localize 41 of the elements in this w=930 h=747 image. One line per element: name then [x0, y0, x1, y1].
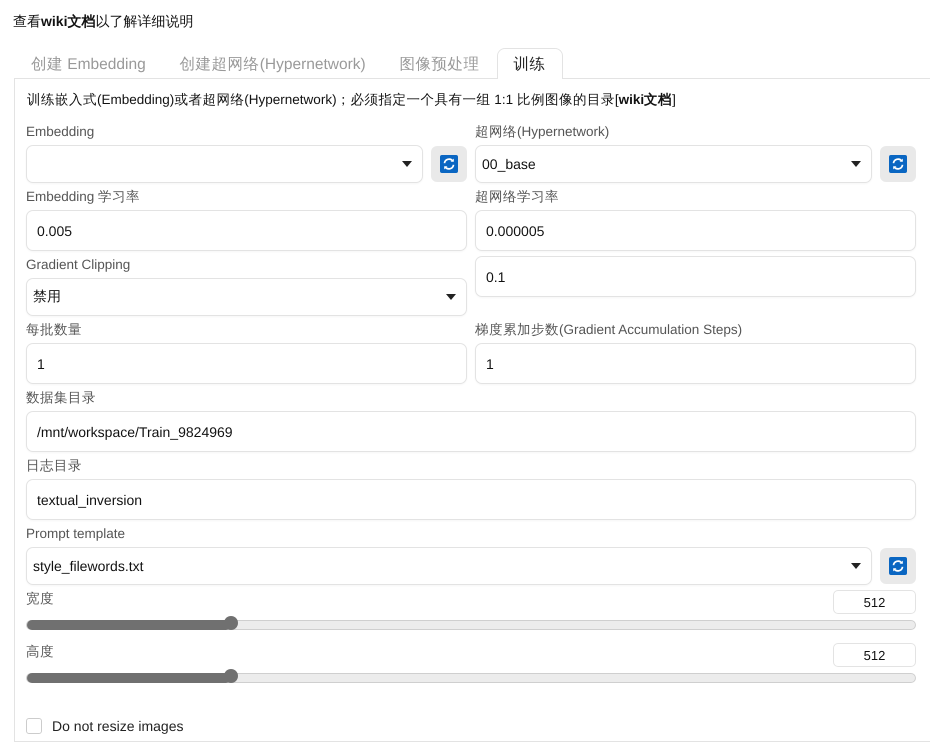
- number-field[interactable]: 512: [833, 590, 916, 614]
- help-text: 查看wiki文档以了解详细说明: [13, 12, 194, 31]
- field-label: 每批数量: [26, 321, 82, 339]
- caret-icon: [851, 563, 861, 569]
- refresh-icon: [889, 557, 907, 575]
- input-field[interactable]: 0.1: [475, 256, 916, 297]
- field-label: 日志目录: [26, 457, 82, 475]
- dropdown[interactable]: 00_base: [475, 145, 872, 183]
- caret-icon: [446, 294, 456, 300]
- number-field[interactable]: 512: [833, 643, 916, 667]
- field-label: Embedding 学习率: [26, 188, 140, 206]
- field-label: 宽度: [26, 590, 54, 608]
- input-field[interactable]: /mnt/workspace/Train_9824969: [26, 411, 916, 452]
- field-label: Prompt template: [26, 525, 126, 543]
- refresh-button[interactable]: [880, 548, 916, 584]
- caret-icon: [851, 161, 861, 167]
- refresh-button[interactable]: [880, 146, 916, 182]
- checkbox[interactable]: [26, 718, 42, 734]
- description-text: 训练嵌入式(Embedding)或者超网络(Hypernetwork)；必须指定一个具有一组 1:1 比例图像的目录[wiki文档]: [27, 91, 676, 109]
- dropdown[interactable]: 禁用: [26, 278, 467, 316]
- field-label: Gradient Clipping: [26, 256, 130, 274]
- dropdown[interactable]: style_filewords.txt: [26, 547, 872, 585]
- input-field[interactable]: 0.005: [26, 210, 467, 251]
- slider-thumb[interactable]: [224, 616, 238, 630]
- input-field[interactable]: 1: [26, 343, 467, 384]
- refresh-button[interactable]: [431, 146, 467, 182]
- field-label: 超网络学习率: [475, 188, 559, 206]
- field-label: 数据集目录: [26, 389, 96, 407]
- caret-icon: [402, 161, 412, 167]
- input-field[interactable]: 0.000005: [475, 210, 916, 251]
- refresh-icon: [889, 155, 907, 173]
- slider-thumb[interactable]: [224, 669, 238, 683]
- tab[interactable]: 训练: [496, 48, 563, 79]
- field-label: Embedding: [26, 123, 94, 141]
- field-label: 梯度累加步数(Gradient Accumulation Steps): [475, 321, 742, 339]
- checkbox-label: Do not resize images: [52, 718, 184, 734]
- field-label: 超网络(Hypernetwork): [475, 123, 610, 141]
- field-label: 高度: [26, 643, 54, 661]
- refresh-icon: [440, 155, 458, 173]
- input-field[interactable]: 1: [475, 343, 916, 384]
- input-field[interactable]: textual_inversion: [26, 479, 916, 520]
